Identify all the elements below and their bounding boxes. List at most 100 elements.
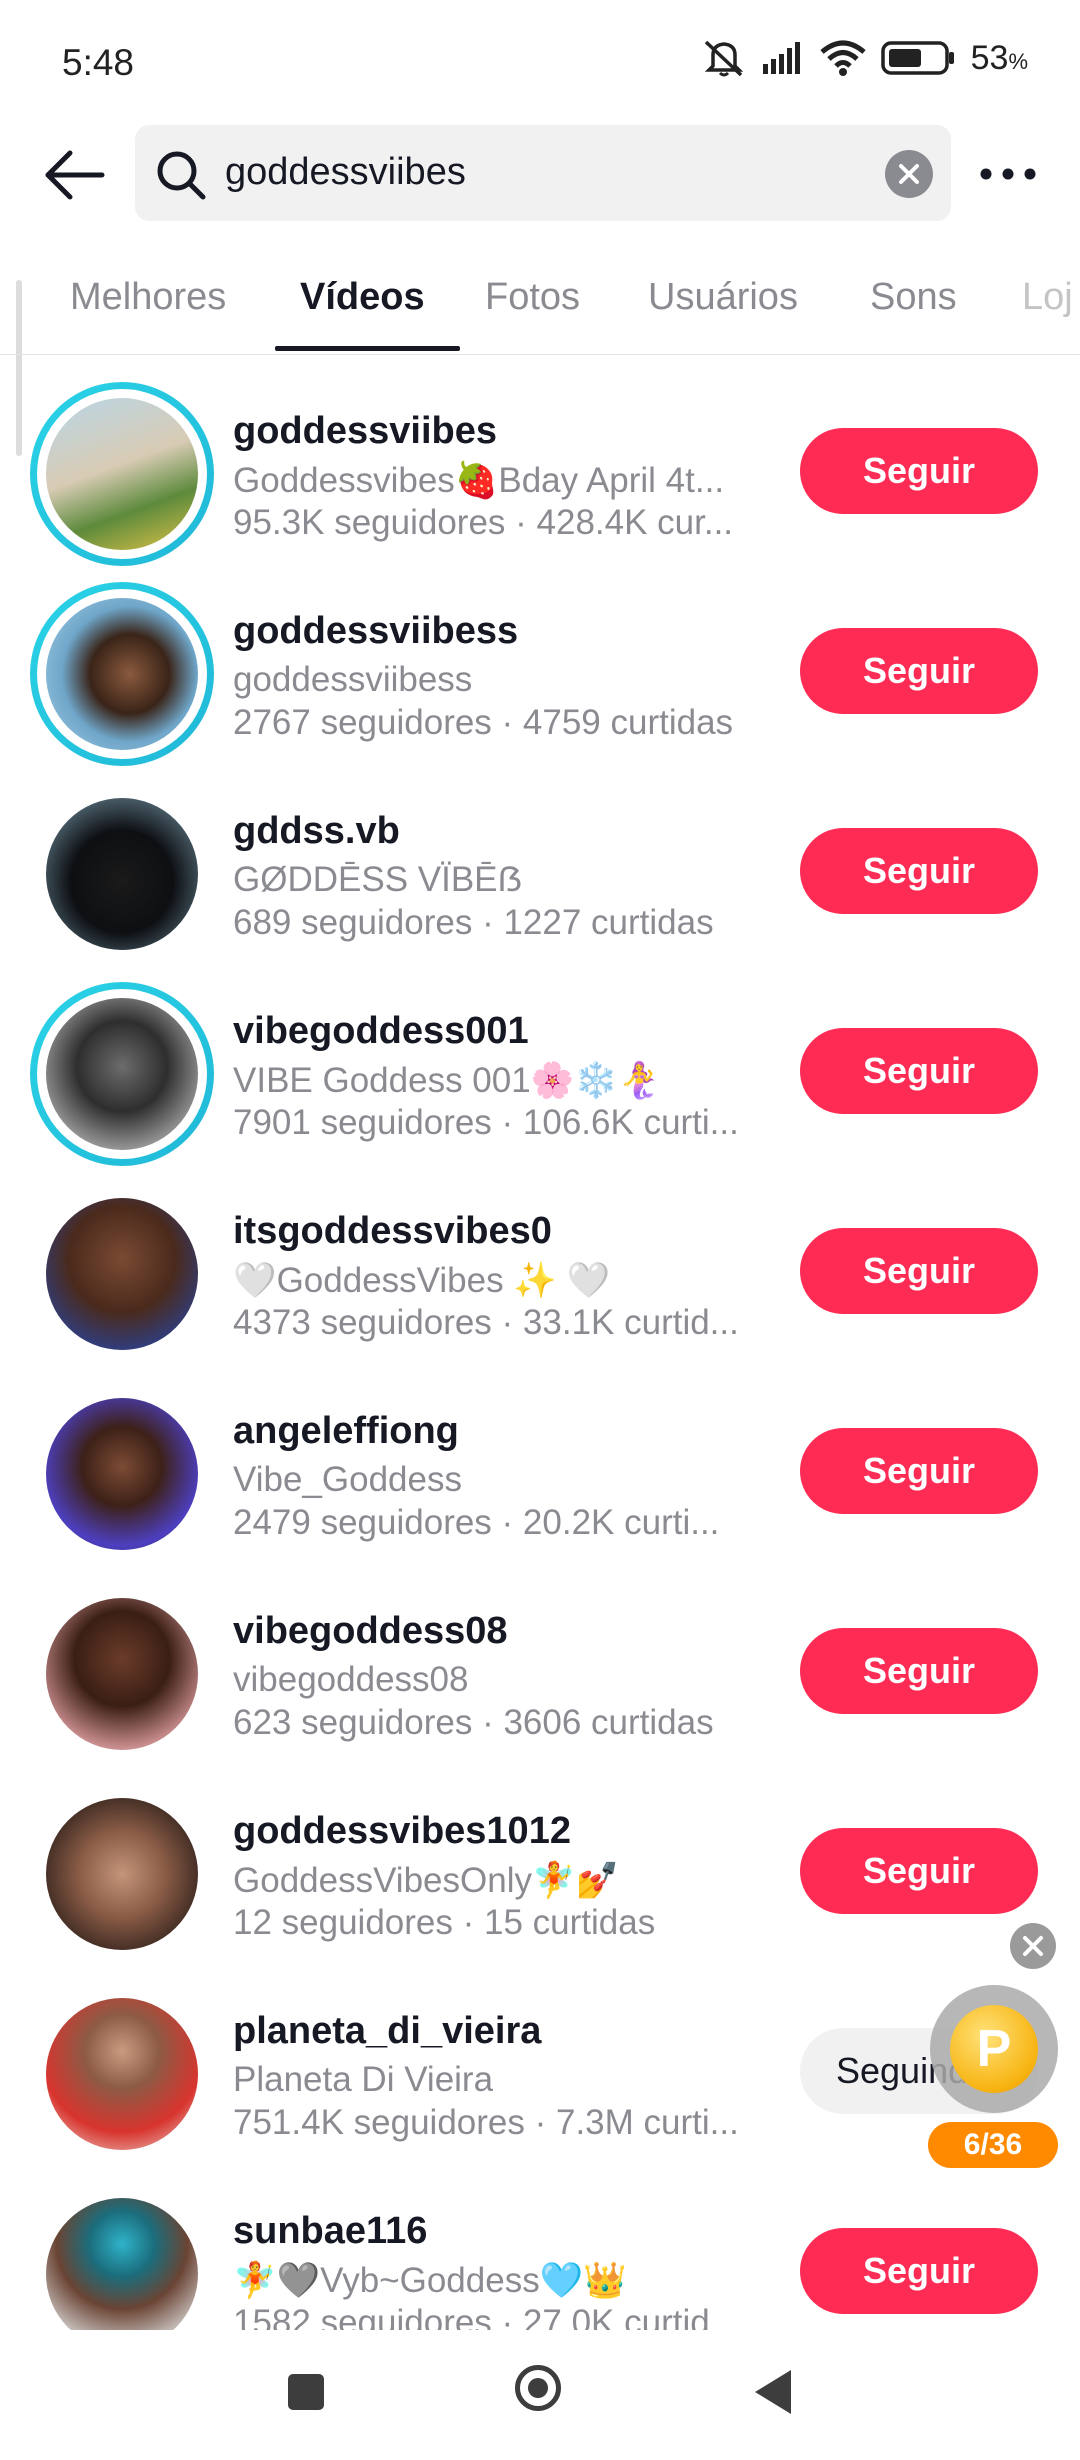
- avatar-container[interactable]: [30, 1182, 214, 1366]
- user-stats: 2479 seguidores · 20.2K curti...: [233, 1503, 720, 1542]
- tab-videos[interactable]: Vídeos: [300, 276, 425, 319]
- nickname: 🧚🩶Vyb~Goddess🩵👑: [233, 2261, 627, 2300]
- coin-letter: P: [976, 2020, 1012, 2078]
- search-input[interactable]: goddessviibes: [135, 125, 951, 221]
- coin-icon: P: [950, 2005, 1038, 2093]
- avatar-container[interactable]: [30, 1582, 214, 1766]
- follow-button[interactable]: Seguir: [800, 1828, 1038, 1914]
- back-arrow-icon[interactable]: [40, 143, 110, 207]
- nickname: goddessviibess: [233, 660, 473, 699]
- list-item[interactable]: gddss.vb GØDDĒSS VÏBĒẞ 689 seguidores · …: [0, 770, 1080, 970]
- status-time: 5:48: [62, 42, 135, 83]
- list-item[interactable]: vibegoddess001 VIBE Goddess 001🌸❄️🧜‍♀️ 7…: [0, 970, 1080, 1170]
- user-stats: 4373 seguidores · 33.1K curtid...: [233, 1303, 739, 1342]
- more-options-icon[interactable]: [976, 159, 1040, 189]
- avatar-container[interactable]: [30, 1382, 214, 1566]
- nickname: GØDDĒSS VÏBĒẞ: [233, 860, 523, 899]
- follow-button[interactable]: Seguir: [800, 1028, 1038, 1114]
- username[interactable]: gddss.vb: [233, 810, 400, 853]
- username[interactable]: angeleffiong: [233, 1410, 459, 1453]
- search-icon: [157, 151, 206, 200]
- status-icons: 53%: [701, 38, 1028, 78]
- close-icon: [899, 164, 919, 184]
- follow-button[interactable]: Seguir: [800, 2228, 1038, 2314]
- follow-button[interactable]: Seguir: [800, 1628, 1038, 1714]
- nickname: Planeta Di Vieira: [233, 2060, 494, 2099]
- recent-apps-icon[interactable]: [288, 2374, 324, 2410]
- avatar[interactable]: [46, 2198, 198, 2350]
- tab-fotos[interactable]: Fotos: [485, 276, 580, 319]
- search-tabs: Melhores Vídeos Fotos Usuários Sons Loj: [0, 262, 1080, 355]
- clear-search-button[interactable]: [885, 150, 933, 198]
- username[interactable]: goddessviibes: [233, 410, 497, 453]
- list-item[interactable]: angeleffiong Vibe_Goddess 2479 seguidore…: [0, 1370, 1080, 1570]
- follow-button[interactable]: Seguir: [800, 428, 1038, 514]
- avatar[interactable]: [46, 398, 198, 550]
- username[interactable]: vibegoddess08: [233, 1610, 508, 1653]
- user-stats: 623 seguidores · 3606 curtidas: [233, 1703, 714, 1742]
- user-stats: 12 seguidores · 15 curtidas: [233, 1903, 656, 1942]
- username[interactable]: vibegoddess001: [233, 1010, 529, 1053]
- avatar-ring[interactable]: [30, 582, 214, 766]
- tab-usuarios[interactable]: Usuários: [648, 276, 798, 319]
- coin-rewards-widget[interactable]: P: [930, 1985, 1058, 2113]
- user-stats: 2767 seguidores · 4759 curtidas: [233, 703, 734, 742]
- user-stats: 689 seguidores · 1227 curtidas: [233, 903, 714, 942]
- username[interactable]: planeta_di_vieira: [233, 2010, 541, 2053]
- list-item[interactable]: planeta_di_vieira Planeta Di Vieira 751.…: [0, 1970, 1080, 2170]
- list-item[interactable]: itsgoddessvibes0 🤍GoddessVibes ✨ 🤍 4373 …: [0, 1170, 1080, 1370]
- avatar-container[interactable]: [30, 782, 214, 966]
- active-tab-indicator: [275, 346, 460, 351]
- nickname: GoddessVibesOnly🧚💅: [233, 1861, 620, 1900]
- home-icon[interactable]: [515, 2365, 561, 2411]
- battery-icon: [880, 41, 954, 75]
- username[interactable]: goddessviibess: [233, 610, 518, 653]
- close-coin-widget-button[interactable]: [1010, 1923, 1056, 1969]
- follow-button[interactable]: Seguir: [800, 828, 1038, 914]
- follow-button[interactable]: Seguir: [800, 1228, 1038, 1314]
- list-item[interactable]: goddessviibess goddessviibess 2767 segui…: [0, 570, 1080, 770]
- close-icon: [1023, 1936, 1043, 1956]
- wifi-icon: [819, 40, 866, 76]
- list-item[interactable]: vibegoddess08 vibegoddess08 623 seguidor…: [0, 1570, 1080, 1770]
- tab-loja[interactable]: Loj: [1022, 276, 1073, 319]
- username[interactable]: sunbae116: [233, 2210, 427, 2253]
- nickname: vibegoddess08: [233, 1660, 469, 1699]
- username[interactable]: goddessvibes1012: [233, 1810, 571, 1853]
- back-triangle-icon[interactable]: [755, 2370, 791, 2414]
- nickname: Goddessvibes🍓Bday April 4t...: [233, 461, 725, 500]
- tab-sons[interactable]: Sons: [870, 276, 957, 319]
- avatar[interactable]: [46, 1598, 198, 1750]
- coin-progress-badge: 6/36: [928, 2122, 1058, 2168]
- battery-percentage: 53%: [970, 38, 1028, 77]
- avatar[interactable]: [46, 998, 198, 1150]
- list-item[interactable]: goddessviibes Goddessvibes🍓Bday April 4t…: [0, 370, 1080, 570]
- nickname: VIBE Goddess 001🌸❄️🧜‍♀️: [233, 1061, 662, 1100]
- tab-melhores[interactable]: Melhores: [70, 276, 226, 319]
- status-bar: 5:48 53%: [0, 0, 1080, 130]
- list-item[interactable]: goddessvibes1012 GoddessVibesOnly🧚💅 12 s…: [0, 1770, 1080, 1970]
- follow-button[interactable]: Seguir: [800, 1428, 1038, 1514]
- search-query[interactable]: goddessviibes: [225, 151, 466, 194]
- search-header: goddessviibes: [0, 125, 1080, 225]
- nickname: Vibe_Goddess: [233, 1460, 462, 1499]
- avatar-container[interactable]: [30, 1782, 214, 1966]
- avatar[interactable]: [46, 1398, 198, 1550]
- avatar-ring[interactable]: [30, 982, 214, 1166]
- user-stats: 7901 seguidores · 106.6K curti...: [233, 1103, 739, 1142]
- avatar[interactable]: [46, 798, 198, 950]
- avatar[interactable]: [46, 1998, 198, 2150]
- avatar[interactable]: [46, 598, 198, 750]
- follow-button[interactable]: Seguir: [800, 628, 1038, 714]
- avatar-ring[interactable]: [30, 382, 214, 566]
- signal-icon: [762, 42, 800, 74]
- nickname: 🤍GoddessVibes ✨ 🤍: [233, 1261, 611, 1300]
- avatar[interactable]: [46, 1198, 198, 1350]
- avatar-container[interactable]: [30, 1982, 214, 2166]
- user-stats: 751.4K seguidores · 7.3M curti...: [233, 2103, 739, 2142]
- system-navigation-bar: [0, 2330, 1080, 2460]
- avatar[interactable]: [46, 1798, 198, 1950]
- user-stats: 95.3K seguidores · 428.4K cur...: [233, 503, 734, 542]
- mute-bell-icon: [704, 40, 743, 77]
- username[interactable]: itsgoddessvibes0: [233, 1210, 552, 1253]
